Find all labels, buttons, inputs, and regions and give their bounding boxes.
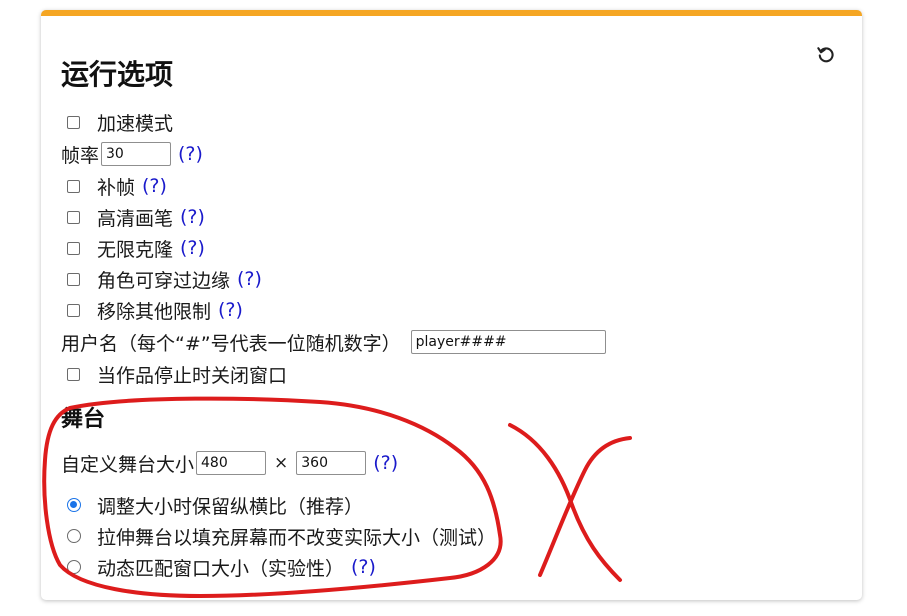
- stage-size-help-link[interactable]: (?): [373, 452, 398, 474]
- turbo-mode-checkbox[interactable]: [67, 115, 80, 129]
- hq-pen-checkbox[interactable]: [67, 210, 80, 224]
- remove-limits-checkbox[interactable]: [67, 303, 80, 317]
- username-option: 用户名（每个“#”号代表一位随机数字）: [61, 328, 606, 356]
- stage-mode-stretch-label: 拉伸舞台以填充屏幕而不改变实际大小（测试）: [97, 526, 497, 549]
- reset-icon: [817, 47, 834, 63]
- stage-width-input[interactable]: [196, 451, 267, 475]
- stage-mode-keep-aspect-label: 调整大小时保留纵横比（推荐）: [97, 495, 364, 518]
- interpolation-option[interactable]: 补帧 (?): [61, 172, 167, 200]
- stage-height-input[interactable]: [296, 451, 367, 475]
- fencing-checkbox[interactable]: [67, 272, 80, 286]
- fencing-option[interactable]: 角色可穿过边缘 (?): [61, 265, 262, 293]
- username-input[interactable]: [410, 330, 606, 354]
- stage-mode-dynamic-label: 动态匹配窗口大小（实验性）: [97, 557, 345, 580]
- framerate-option: 帧率 (?): [61, 140, 203, 168]
- username-label: 用户名（每个“#”号代表一位随机数字）: [61, 332, 401, 355]
- framerate-label: 帧率: [61, 144, 100, 167]
- close-on-stop-option[interactable]: 当作品停止时关闭窗口: [61, 360, 287, 388]
- stage-mode-keep-aspect[interactable]: 调整大小时保留纵横比（推荐）: [61, 491, 363, 519]
- hq-pen-label: 高清画笔: [97, 207, 174, 230]
- framerate-help-link[interactable]: (?): [178, 143, 203, 165]
- reset-button[interactable]: [813, 42, 839, 68]
- stage-mode-dynamic[interactable]: 动态匹配窗口大小（实验性） (?): [61, 553, 376, 581]
- remove-limits-option[interactable]: 移除其他限制 (?): [61, 296, 243, 324]
- stage-mode-dynamic-radio[interactable]: [67, 560, 81, 574]
- framerate-input[interactable]: [101, 142, 172, 166]
- stage-mode-stretch-radio[interactable]: [67, 529, 81, 543]
- interpolation-label: 补帧: [97, 176, 136, 199]
- stage-mode-dynamic-help-link[interactable]: (?): [351, 556, 376, 578]
- close-on-stop-label: 当作品停止时关闭窗口: [97, 364, 288, 387]
- remove-limits-help-link[interactable]: (?): [218, 299, 243, 321]
- turbo-mode-label: 加速模式: [97, 112, 174, 135]
- interpolation-help-link[interactable]: (?): [142, 175, 167, 197]
- infinite-clones-help-link[interactable]: (?): [180, 237, 205, 259]
- stage-section-title: 舞台: [61, 407, 106, 432]
- hq-pen-help-link[interactable]: (?): [180, 206, 205, 228]
- interpolation-checkbox[interactable]: [67, 179, 80, 193]
- page-title: 运行选项: [61, 58, 174, 91]
- turbo-mode-option[interactable]: 加速模式: [61, 108, 173, 136]
- fencing-label: 角色可穿过边缘: [97, 269, 231, 292]
- remove-limits-label: 移除其他限制: [97, 300, 212, 323]
- infinite-clones-option[interactable]: 无限克隆 (?): [61, 234, 205, 262]
- stage-size-label: 自定义舞台大小: [61, 453, 195, 476]
- fencing-help-link[interactable]: (?): [237, 268, 262, 290]
- hq-pen-option[interactable]: 高清画笔 (?): [61, 203, 205, 231]
- stage-size-option: 自定义舞台大小 × (?): [61, 449, 398, 477]
- times-sign: ×: [274, 453, 289, 473]
- close-on-stop-checkbox[interactable]: [67, 367, 80, 381]
- stage-mode-keep-aspect-radio[interactable]: [67, 498, 81, 512]
- infinite-clones-checkbox[interactable]: [67, 241, 80, 255]
- infinite-clones-label: 无限克隆: [97, 238, 174, 261]
- stage-mode-stretch[interactable]: 拉伸舞台以填充屏幕而不改变实际大小（测试）: [61, 522, 496, 550]
